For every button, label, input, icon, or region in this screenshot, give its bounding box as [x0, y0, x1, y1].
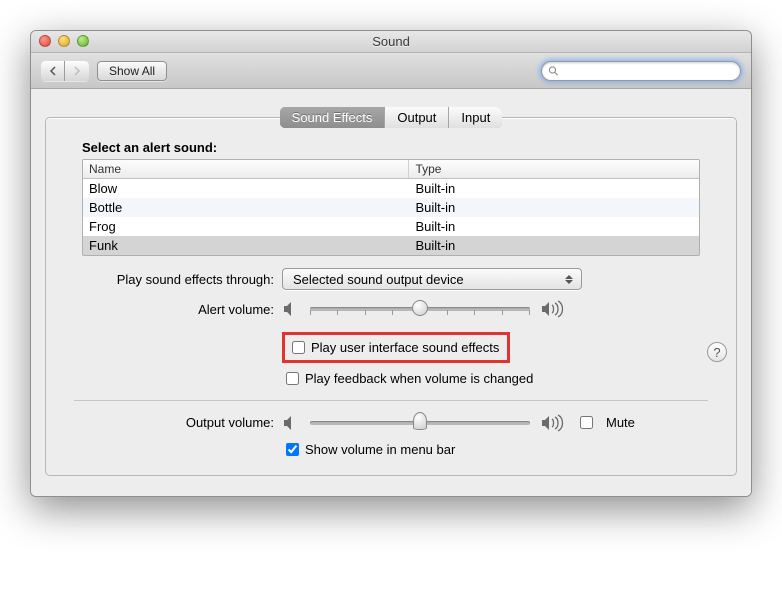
- nav-back-forward: [41, 61, 89, 81]
- alert-sound-table[interactable]: Name Type Blow Built-in Bottle Built-in …: [82, 159, 700, 256]
- menubar-label: Show volume in menu bar: [305, 442, 455, 457]
- table-row[interactable]: Bottle Built-in: [83, 198, 699, 217]
- mute-checkbox[interactable]: [580, 416, 593, 429]
- forward-button[interactable]: [65, 61, 89, 81]
- toolbar: Show All: [31, 53, 751, 89]
- search-field[interactable]: [541, 61, 741, 81]
- ui-sounds-checkbox[interactable]: [292, 341, 305, 354]
- tab-output[interactable]: Output: [385, 107, 449, 128]
- speaker-high-icon: [540, 414, 564, 432]
- table-row[interactable]: Funk Built-in: [83, 236, 699, 255]
- minimize-icon[interactable]: [58, 35, 70, 47]
- close-icon[interactable]: [39, 35, 51, 47]
- window-title: Sound: [372, 34, 410, 49]
- alert-volume-label: Alert volume:: [82, 302, 282, 317]
- speaker-low-icon: [282, 415, 300, 431]
- mute-label: Mute: [606, 415, 635, 430]
- speaker-low-icon: [282, 301, 300, 317]
- search-input[interactable]: [563, 63, 734, 79]
- output-volume-label: Output volume:: [82, 415, 282, 430]
- annotation-highlight: Play user interface sound effects: [282, 332, 510, 363]
- menubar-checkbox[interactable]: [286, 443, 299, 456]
- alert-sound-label: Select an alert sound:: [82, 140, 700, 155]
- titlebar: Sound: [31, 31, 751, 53]
- table-row[interactable]: Blow Built-in: [83, 179, 699, 198]
- tab-input[interactable]: Input: [449, 107, 502, 128]
- help-button[interactable]: ?: [707, 342, 727, 362]
- back-button[interactable]: [41, 61, 65, 81]
- sound-effects-panel: Select an alert sound: Name Type Blow Bu…: [45, 117, 737, 476]
- play-through-label: Play sound effects through:: [82, 272, 282, 287]
- tab-sound-effects[interactable]: Sound Effects: [280, 107, 386, 128]
- search-icon: [548, 65, 559, 77]
- window-controls: [39, 35, 89, 47]
- alert-volume-slider[interactable]: [310, 300, 530, 318]
- chevron-updown-icon: [561, 271, 577, 287]
- sound-preferences-window: Sound Show All Sound Effects Output Inpu…: [30, 30, 752, 497]
- output-device-select[interactable]: Selected sound output device: [282, 268, 582, 290]
- zoom-icon[interactable]: [77, 35, 89, 47]
- col-name[interactable]: Name: [83, 160, 409, 178]
- table-row[interactable]: Frog Built-in: [83, 217, 699, 236]
- feedback-label: Play feedback when volume is changed: [305, 371, 533, 386]
- show-all-button[interactable]: Show All: [97, 61, 167, 81]
- output-volume-slider[interactable]: [310, 414, 530, 432]
- tab-bar: Sound Effects Output Input: [280, 107, 503, 128]
- ui-sounds-label: Play user interface sound effects: [311, 340, 499, 355]
- table-header: Name Type: [83, 160, 699, 179]
- output-device-value: Selected sound output device: [293, 272, 464, 287]
- feedback-checkbox[interactable]: [286, 372, 299, 385]
- col-type[interactable]: Type: [409, 160, 699, 178]
- speaker-high-icon: [540, 300, 564, 318]
- content-area: Sound Effects Output Input Select an ale…: [31, 89, 751, 496]
